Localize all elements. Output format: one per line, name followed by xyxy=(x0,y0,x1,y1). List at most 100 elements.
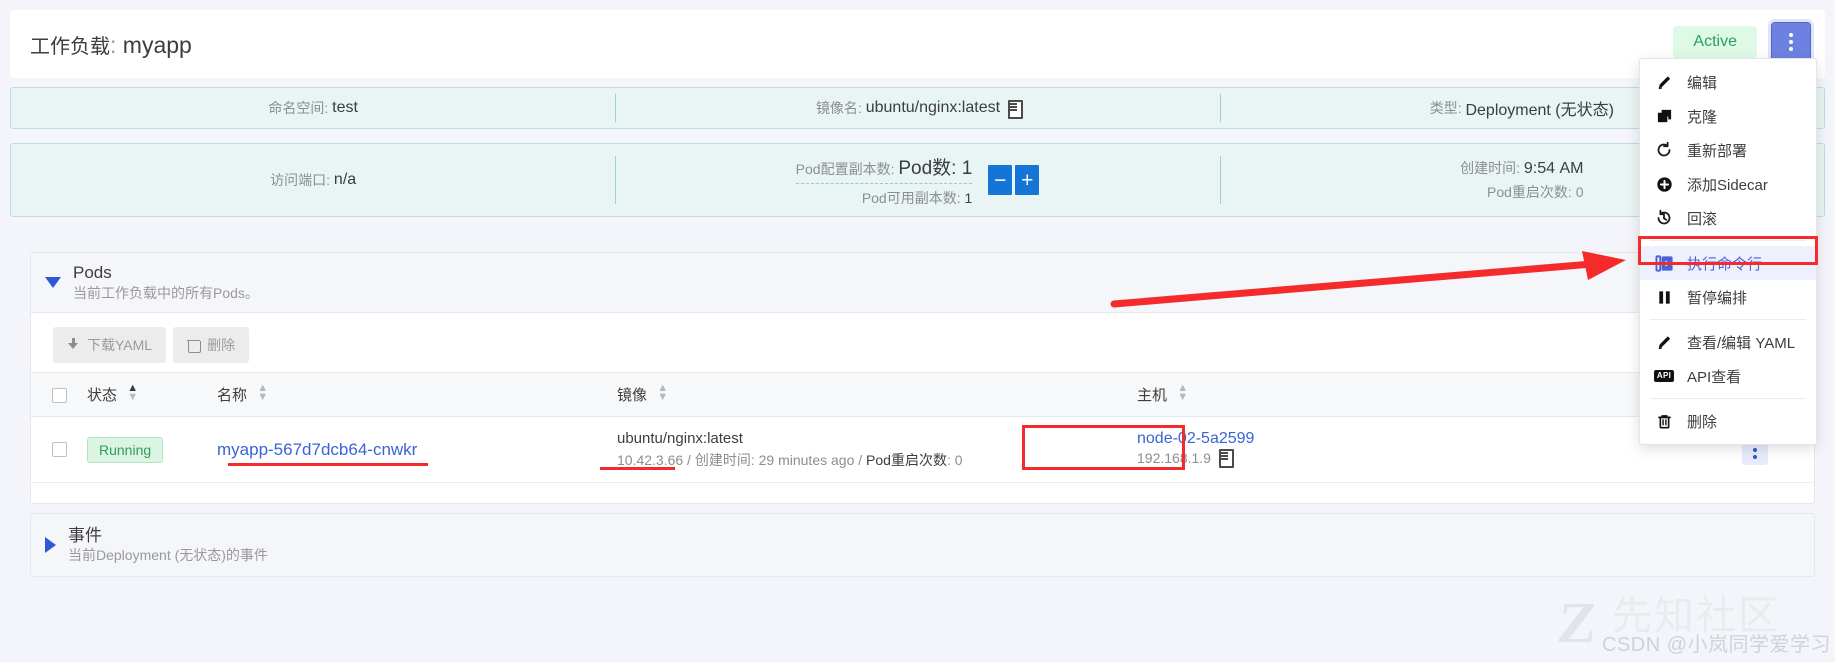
page-title-value: myapp xyxy=(122,31,192,58)
pod-status-badge: Running xyxy=(87,436,164,463)
pod-restart-value: 0 xyxy=(954,451,963,468)
watermark-site: 先知社区 xyxy=(1612,594,1780,638)
menu-item-3[interactable]: 重新部署 xyxy=(1640,133,1816,167)
annotation-underline-pod-ip xyxy=(600,467,675,470)
download-yaml-label: 下载YAML xyxy=(87,337,153,353)
created-time-value: 9:54 AM xyxy=(1523,159,1584,177)
column-header-name[interactable]: 名称 ▲ ▼ xyxy=(217,371,617,418)
table-header-row: 状态 ▲ ▼ 名称 ▲ ▼ 镜像 ▲ ▼ 主机 ▲ ▼ xyxy=(31,371,1814,418)
plus-circle-icon xyxy=(1654,176,1674,193)
menu-item-label: 添加Sidecar xyxy=(1687,176,1768,194)
pod-count-label: Pod数 xyxy=(898,157,952,179)
menu-item-label: 查看/编辑 YAML xyxy=(1687,334,1796,352)
row-checkbox[interactable] xyxy=(51,441,67,457)
sort-icon[interactable]: ▲ ▼ xyxy=(657,383,668,403)
column-header-host-label: 主机 xyxy=(1137,387,1168,405)
scale-down-button[interactable]: − xyxy=(988,165,1013,195)
pods-section-header[interactable]: Pods 当前工作负载中的所有Pods。 xyxy=(31,253,1814,313)
kebab-dot-icon xyxy=(1753,454,1757,459)
pod-restart-label: Pod重启次数 xyxy=(1487,183,1568,200)
events-section[interactable]: 事件 当前Deployment (无状态)的事件 xyxy=(30,513,1815,577)
menu-item-8[interactable]: 查看/编辑 YAML xyxy=(1640,325,1816,359)
pencil-icon xyxy=(1654,74,1674,91)
menu-item-10[interactable]: 删除 xyxy=(1640,404,1816,438)
events-section-title: 事件 xyxy=(68,525,102,545)
info-type-value: Deployment (无状态) xyxy=(1465,102,1614,119)
page-title-separator: : xyxy=(110,31,123,58)
redeploy-icon xyxy=(1654,141,1674,159)
select-all-checkbox[interactable] xyxy=(51,387,67,403)
menu-item-7[interactable]: 暂停编排 xyxy=(1640,280,1816,314)
replica-configured-label: Pod配置副本数 xyxy=(795,160,891,177)
sort-icon[interactable]: ▲ ▼ xyxy=(127,383,138,403)
kebab-dot-icon xyxy=(1789,33,1793,37)
watermark-logo: Z xyxy=(1554,590,1601,655)
info-strip-primary: 命名空间: test 镜像名: ubuntu/nginx:latest 类型: … xyxy=(10,87,1825,129)
pause-icon xyxy=(1654,289,1674,306)
kebab-dot-icon xyxy=(1753,447,1757,452)
info-port: 访问端口: n/a xyxy=(270,171,357,188)
scale-up-button[interactable]: + xyxy=(1015,165,1040,195)
column-header-host[interactable]: 主机 ▲ ▼ xyxy=(1137,371,1637,418)
pod-name-link[interactable]: myapp-567d7dcb64-cnwkr xyxy=(217,440,417,459)
info-type-label: 类型 xyxy=(1429,100,1458,116)
annotation-box-menu-item xyxy=(1638,236,1818,265)
delete-button[interactable]: 删除 xyxy=(173,327,250,363)
pod-created-value: 29 minutes ago xyxy=(758,451,855,468)
copy-icon[interactable] xyxy=(1006,100,1024,119)
menu-item-label: 编辑 xyxy=(1687,74,1718,92)
column-header-image[interactable]: 镜像 ▲ ▼ xyxy=(617,371,1137,418)
pods-toolbar: 下载YAML 删除 xyxy=(31,313,1814,372)
watermark: Z 先知社区 CSDN @小岚同学爱学习 xyxy=(1550,580,1831,662)
kebab-dot-icon xyxy=(1789,40,1793,44)
table-row[interactable]: Running myapp-567d7dcb64-cnwkr ubuntu/ng… xyxy=(31,416,1814,484)
pods-section-subtitle: 当前工作负载中的所有Pods。 xyxy=(73,284,259,301)
menu-item-2[interactable]: 克隆 xyxy=(1640,99,1816,133)
menu-item-label: 暂停编排 xyxy=(1687,289,1748,307)
column-header-status-label: 状态 xyxy=(87,387,118,405)
pods-table: 状态 ▲ ▼ 名称 ▲ ▼ 镜像 ▲ ▼ 主机 ▲ ▼ Running myap… xyxy=(31,371,1814,484)
rollback-icon xyxy=(1654,209,1674,227)
pod-ip: 10.42.3.66 xyxy=(617,451,684,468)
copy-icon[interactable] xyxy=(1217,449,1234,469)
menu-item-9[interactable]: API API查看 xyxy=(1640,359,1816,393)
annotation-underline-pod-name xyxy=(228,463,428,466)
menu-item-4[interactable]: 添加Sidecar xyxy=(1640,167,1816,201)
download-icon xyxy=(67,338,80,352)
info-image-name: 镜像名: ubuntu/nginx:latest xyxy=(615,88,1219,128)
chevron-down-icon[interactable] xyxy=(45,277,61,288)
download-yaml-button[interactable]: 下载YAML xyxy=(53,327,167,363)
replica-available-label: Pod可用副本数 xyxy=(861,189,957,206)
menu-item-5[interactable]: 回滚 xyxy=(1640,201,1816,235)
trash-icon xyxy=(1654,413,1674,430)
annotation-box-host xyxy=(1022,425,1185,470)
column-header-image-label: 镜像 xyxy=(617,387,648,405)
info-replicas: Pod配置副本数: Pod数: 1 Pod可用副本数: 1 − + xyxy=(615,144,1219,216)
header-actions: Active xyxy=(1673,22,1811,62)
scale-buttons: − + xyxy=(988,165,1040,195)
menu-item-1[interactable]: 编辑 xyxy=(1640,65,1816,99)
menu-item-label: 删除 xyxy=(1687,413,1718,431)
status-badge: Active xyxy=(1673,26,1757,58)
pods-section-title: Pods xyxy=(73,263,112,283)
delete-label: 删除 xyxy=(207,337,236,353)
sort-icon[interactable]: ▲ ▼ xyxy=(257,383,268,403)
page-title: 工作负载: myapp xyxy=(30,30,192,59)
pod-restart-value: 0 xyxy=(1575,183,1584,200)
sort-icon[interactable]: ▲ ▼ xyxy=(1177,383,1188,403)
page-title-label: 工作负载 xyxy=(30,35,110,58)
info-port-value: n/a xyxy=(333,171,357,188)
info-strip-secondary: 访问端口: n/a Pod配置副本数: Pod数: 1 Pod可用副本数: 1 … xyxy=(10,143,1825,217)
info-namespace-label: 命名空间 xyxy=(268,100,325,116)
pod-restart-count: Pod重启次数: 0 xyxy=(1487,183,1584,200)
replica-available: Pod可用副本数: 1 xyxy=(861,189,973,206)
menu-item-label: 回滚 xyxy=(1687,210,1718,228)
pod-restart-label: Pod重启次数 xyxy=(866,451,947,468)
actions-menu-button[interactable] xyxy=(1771,22,1811,62)
column-header-status[interactable]: 状态 ▲ ▼ xyxy=(87,371,217,418)
chevron-right-icon[interactable] xyxy=(45,537,56,553)
pod-count-value: 1 xyxy=(961,157,973,179)
info-port-label: 访问端口 xyxy=(270,172,327,188)
replica-available-value: 1 xyxy=(964,189,973,206)
row-status-cell: Running xyxy=(87,416,217,484)
